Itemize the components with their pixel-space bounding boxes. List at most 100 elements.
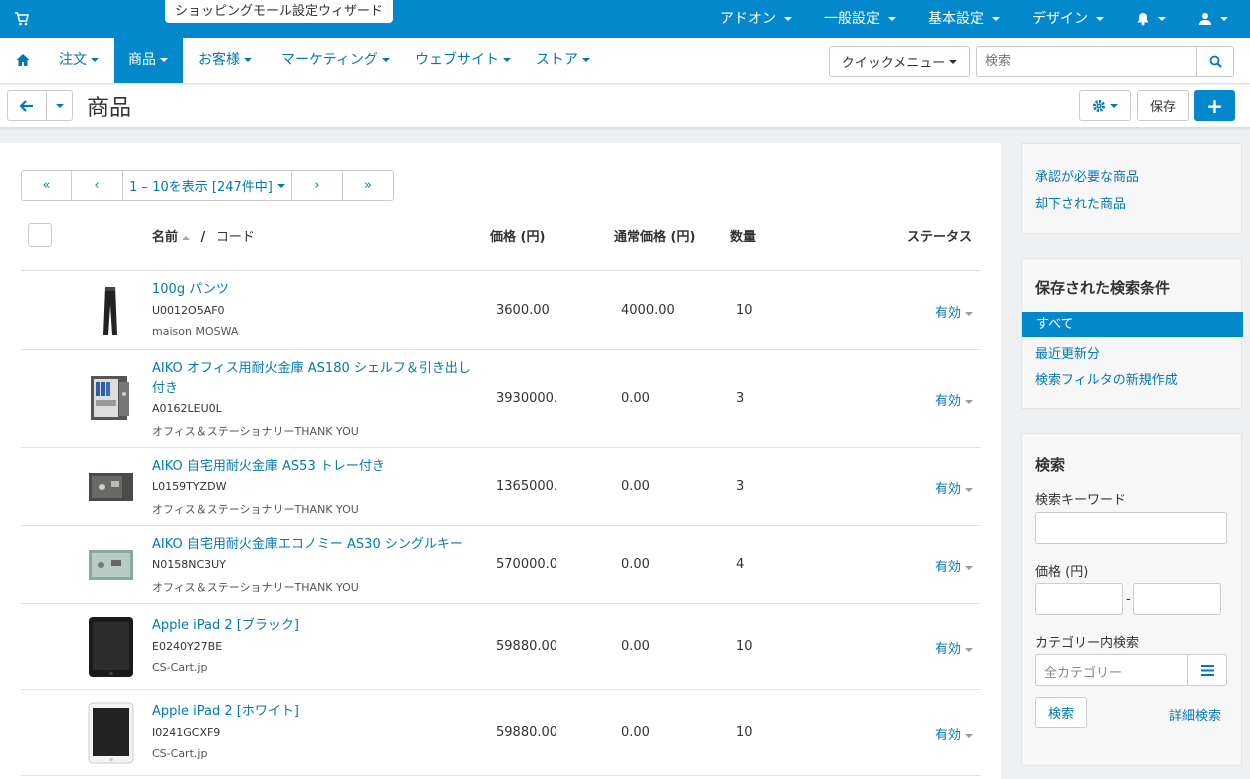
tab-store[interactable]: ストア bbox=[522, 38, 604, 83]
tab-customers[interactable]: お客様 bbox=[184, 38, 266, 83]
back-button[interactable] bbox=[7, 90, 47, 121]
product-quantity: 4 bbox=[736, 557, 745, 572]
pagination-next[interactable]: › bbox=[292, 171, 343, 200]
product-list-price: 0.00 bbox=[621, 479, 650, 494]
product-quantity: 10 bbox=[736, 639, 753, 654]
saved-searches-title: 保存された検索条件 bbox=[1035, 279, 1171, 297]
table-header: 名前 / コード 価格 (円) 通常価格 (円) 数量 ステータス bbox=[21, 214, 981, 271]
topnav-addons[interactable]: アドオン bbox=[704, 0, 808, 38]
price-to-input[interactable] bbox=[1133, 583, 1221, 615]
chevron-down-icon bbox=[965, 399, 973, 404]
chevron-down-icon bbox=[965, 647, 973, 652]
link-rejected-products[interactable]: 却下された商品 bbox=[1035, 193, 1241, 212]
arrow-left-icon bbox=[20, 99, 33, 112]
saved-search-all[interactable]: すべて bbox=[1022, 312, 1243, 337]
home-icon bbox=[16, 54, 30, 66]
product-image-safe-as53[interactable] bbox=[87, 470, 135, 504]
tab-orders[interactable]: 注文 bbox=[45, 38, 113, 83]
product-image-ipad-black[interactable] bbox=[87, 615, 135, 679]
search-submit-button[interactable]: 検索 bbox=[1035, 697, 1087, 728]
product-image-pants[interactable] bbox=[87, 285, 135, 337]
top-search-button[interactable] bbox=[1196, 47, 1233, 76]
category-list-button[interactable] bbox=[1187, 655, 1226, 685]
top-nav: アドオン 一般設定 基本設定 デザイン bbox=[704, 0, 1250, 38]
column-price[interactable]: 価格 (円) bbox=[490, 226, 545, 245]
product-image-ipad-white[interactable] bbox=[87, 701, 135, 765]
table-row: 100g パンツ U0012O5AF0 maison MOSWA 3600.00… bbox=[21, 271, 981, 350]
tab-products[interactable]: 商品 bbox=[114, 38, 183, 83]
product-name-link[interactable]: Apple iPad 2 [ホワイト] bbox=[152, 702, 472, 722]
sort-by-name[interactable]: 名前 bbox=[152, 230, 178, 245]
save-button[interactable]: 保存 bbox=[1137, 90, 1189, 121]
create-search-filter-link[interactable]: 検索フィルタの新規作成 bbox=[1035, 369, 1178, 388]
chevron-down-icon bbox=[1158, 17, 1166, 21]
topnav-general-settings[interactable]: 一般設定 bbox=[808, 0, 912, 38]
pagination: « ‹ 1 – 10を表示 [247件中] › » bbox=[21, 170, 394, 201]
product-name-link[interactable]: 100g パンツ bbox=[152, 280, 472, 300]
chevron-down-icon bbox=[244, 58, 252, 62]
sort-by-code[interactable]: コード bbox=[216, 230, 255, 245]
chevron-down-icon bbox=[888, 17, 896, 21]
chevron-down-icon bbox=[949, 59, 958, 64]
product-name-link[interactable]: AIKO 自宅用耐火金庫 AS53 トレー付き bbox=[152, 457, 472, 477]
product-name-link[interactable]: AIKO 自宅用耐火金庫エコノミー AS30 シングルキー bbox=[152, 535, 472, 555]
product-image-safe-as180[interactable] bbox=[87, 372, 135, 424]
advanced-search-link[interactable]: 詳細検索 bbox=[1169, 705, 1221, 724]
product-image-safe-as30[interactable] bbox=[87, 547, 135, 583]
pagination-last[interactable]: » bbox=[343, 171, 393, 200]
page-title: 商品 bbox=[87, 96, 132, 121]
home-tab[interactable] bbox=[2, 38, 44, 83]
cart-icon[interactable] bbox=[14, 11, 30, 27]
column-status[interactable]: ステータス bbox=[907, 226, 972, 245]
topnav-design[interactable]: デザイン bbox=[1016, 0, 1120, 38]
chevron-down-icon bbox=[91, 58, 99, 62]
status-dropdown[interactable]: 有効 bbox=[935, 638, 973, 657]
status-dropdown[interactable]: 有効 bbox=[935, 302, 973, 321]
back-history-dropdown[interactable] bbox=[46, 90, 73, 121]
chevron-down-icon bbox=[965, 733, 973, 738]
status-dropdown[interactable]: 有効 bbox=[935, 556, 973, 575]
link-products-needing-approval[interactable]: 承認が必要な商品 bbox=[1035, 166, 1241, 185]
top-search-input[interactable] bbox=[977, 47, 1197, 76]
chevron-down-icon bbox=[381, 58, 390, 62]
product-quantity: 3 bbox=[736, 391, 745, 406]
category-picker[interactable]: 全カテゴリー bbox=[1035, 654, 1227, 686]
tab-marketing[interactable]: マーケティング bbox=[267, 38, 404, 83]
pagination-first[interactable]: « bbox=[22, 171, 72, 200]
product-quantity: 10 bbox=[736, 725, 753, 740]
mall-setup-wizard-link[interactable]: ショッピングモール設定ウィザード bbox=[165, 0, 394, 23]
product-name-link[interactable]: Apple iPad 2 [ブラック] bbox=[152, 616, 472, 636]
chevron-down-icon bbox=[160, 58, 168, 62]
main-nav: 注文 商品 お客様 マーケティング ウェブサイト ストア クイックメニュー bbox=[0, 38, 1250, 84]
add-product-button[interactable]: + bbox=[1194, 90, 1235, 121]
table-row: AIKO 自宅用耐火金庫エコノミー AS30 シングルキー N0158NC3UY… bbox=[21, 526, 981, 604]
price-from-input[interactable] bbox=[1035, 583, 1123, 615]
keyword-input[interactable] bbox=[1035, 512, 1227, 544]
quick-menu-button[interactable]: クイックメニュー bbox=[829, 46, 970, 77]
tab-website[interactable]: ウェブサイト bbox=[401, 38, 525, 83]
status-dropdown[interactable]: 有効 bbox=[935, 724, 973, 743]
status-dropdown[interactable]: 有効 bbox=[935, 390, 973, 409]
product-name-link[interactable]: AIKO オフィス用耐火金庫 AS180 シェルフ＆引き出し付き bbox=[152, 359, 472, 399]
column-name-code: 名前 / コード bbox=[152, 230, 255, 245]
saved-search-recent[interactable]: 最近更新分 bbox=[1035, 343, 1100, 362]
settings-dropdown-button[interactable] bbox=[1079, 90, 1131, 121]
chevron-down-icon bbox=[965, 565, 973, 570]
pagination-prev[interactable]: ‹ bbox=[72, 171, 123, 200]
user-menu[interactable] bbox=[1182, 0, 1250, 38]
product-price: 59880.00 bbox=[496, 639, 556, 654]
column-quantity[interactable]: 数量 bbox=[730, 226, 756, 245]
pagination-range-dropdown[interactable]: 1 – 10を表示 [247件中] bbox=[123, 171, 292, 200]
page-header: 商品 保存 + bbox=[0, 85, 1250, 128]
product-price: 570000.00 bbox=[496, 557, 556, 572]
column-list-price[interactable]: 通常価格 (円) bbox=[614, 226, 695, 245]
notifications-menu[interactable] bbox=[1120, 0, 1182, 38]
product-code: L0159TYZDW bbox=[152, 480, 227, 493]
status-dropdown[interactable]: 有効 bbox=[935, 478, 973, 497]
product-list-price: 4000.00 bbox=[621, 303, 675, 318]
select-all-checkbox[interactable] bbox=[28, 223, 52, 247]
bell-icon bbox=[1137, 13, 1149, 26]
table-row: Apple iPad 2 [ホワイト] I0241GCXF9 CS-Cart.j… bbox=[21, 690, 981, 776]
topnav-basic-settings[interactable]: 基本設定 bbox=[912, 0, 1016, 38]
sidebar-saved-searches: 保存された検索条件 すべて 最近更新分 検索フィルタの新規作成 bbox=[1021, 258, 1243, 409]
